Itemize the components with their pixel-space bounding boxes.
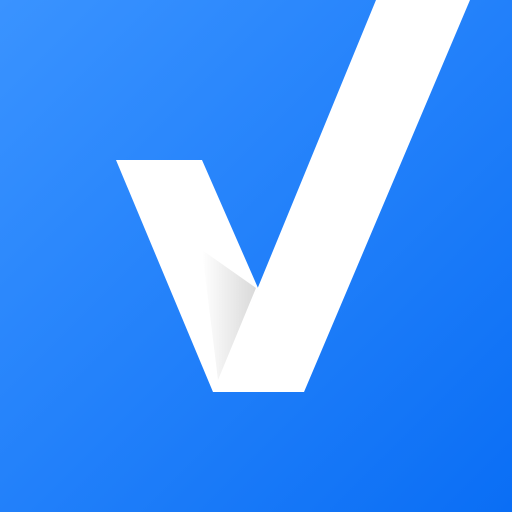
app-icon-graphic	[0, 0, 512, 512]
app-icon	[0, 0, 512, 512]
